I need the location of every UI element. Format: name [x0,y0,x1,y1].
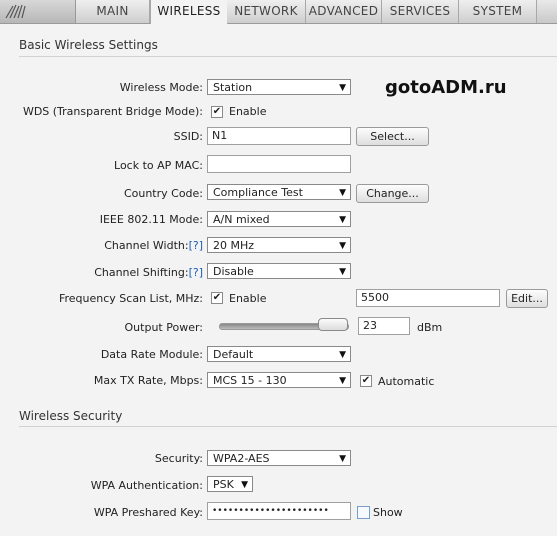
tab-services[interactable]: SERVICES [382,0,459,23]
wireless-mode-value: Station [213,81,253,94]
wds-checkbox[interactable]: ✔ [211,106,223,118]
max-tx-automatic-checkbox[interactable]: ✔ [360,375,372,387]
top-nav-bar: MAIN WIRELESS NETWORK ADVANCED SERVICES … [0,0,557,24]
channel-shifting-value: Disable [213,265,254,278]
ieee-mode-label: IEEE 802.11 Mode: [99,213,203,226]
lock-ap-mac-input[interactable] [207,155,351,173]
country-code-value: Compliance Test [213,186,303,199]
max-tx-select[interactable]: MCS 15 - 130 ▼ [207,372,351,388]
section-divider [19,426,557,427]
channel-shifting-select[interactable]: Disable ▼ [207,263,351,279]
max-tx-value: MCS 15 - 130 [213,374,287,387]
wds-enable-text: Enable [229,105,267,118]
dropdown-arrow-icon: ▼ [241,480,248,490]
freq-scan-input[interactable]: 5500 [356,289,500,307]
max-tx-automatic-text: Automatic [378,375,435,388]
wpa-key-label: WPA Preshared Key: [93,506,203,519]
wpa-auth-select[interactable]: PSK ▼ [207,476,253,492]
show-key-checkbox[interactable] [357,506,370,519]
dropdown-arrow-icon: ▼ [339,376,346,386]
ssid-input[interactable]: N1 [207,127,351,145]
section-divider [19,56,557,57]
tab-system[interactable]: SYSTEM [459,0,537,23]
ieee-mode-value: A/N mixed [213,213,270,226]
output-power-unit: dBm [417,321,443,334]
freq-scan-checkbox[interactable]: ✔ [211,292,223,304]
dropdown-arrow-icon: ▼ [339,267,346,277]
ubiquiti-logo-icon[interactable] [0,0,76,23]
wireless-mode-label: Wireless Mode: [119,81,203,94]
section-title-security: Wireless Security [19,409,123,423]
channel-width-label: Channel Width:[?] [3,239,203,252]
watermark-text: gotoADM.ru [385,77,507,98]
channel-width-text: Channel Width: [104,239,189,252]
country-change-button[interactable]: Change... [356,184,429,203]
dropdown-arrow-icon: ▼ [339,188,346,198]
show-key-text: Show [373,506,403,519]
security-label: Security: [154,452,203,465]
tab-wireless[interactable]: WIRELESS [150,0,228,24]
security-select[interactable]: WPA2-AES ▼ [207,450,351,466]
channel-width-help-link[interactable]: [?] [189,239,203,252]
ssid-label: SSID: [173,130,203,143]
ieee-mode-select[interactable]: A/N mixed ▼ [207,211,351,227]
country-code-select[interactable]: Compliance Test ▼ [207,184,351,200]
wpa-auth-label: WPA Authentication: [90,479,203,492]
tab-advanced[interactable]: ADVANCED [306,0,382,23]
data-rate-label: Data Rate Module: [100,348,203,361]
freq-scan-enable-text: Enable [229,292,267,305]
security-value: WPA2-AES [213,452,270,465]
channel-width-select[interactable]: 20 MHz ▼ [207,237,351,253]
data-rate-select[interactable]: Default ▼ [207,346,351,362]
wireless-mode-select[interactable]: Station ▼ [207,79,351,95]
output-power-label: Output Power: [124,321,203,334]
channel-width-value: 20 MHz [213,239,255,252]
dropdown-arrow-icon: ▼ [339,83,346,93]
channel-shifting-help-link[interactable]: [?] [189,266,203,279]
country-code-label: Country Code: [123,187,203,200]
freq-scan-edit-button[interactable]: Edit... [506,289,548,308]
channel-shifting-text: Channel Shifting: [94,266,189,279]
ssid-select-button[interactable]: Select... [356,127,429,146]
max-tx-label: Max TX Rate, Mbps: [93,374,203,387]
freq-scan-label: Frequency Scan List, MHz: [58,292,203,305]
output-power-input[interactable]: 23 [358,317,410,335]
wds-label: WDS (Transparent Bridge Mode): [22,105,203,118]
dropdown-arrow-icon: ▼ [339,454,346,464]
section-title-basic: Basic Wireless Settings [19,38,158,52]
channel-shifting-label: Channel Shifting:[?] [3,266,203,279]
wpa-key-input[interactable]: •••••••••••••••••••••• [207,502,351,520]
wpa-auth-value: PSK [213,478,234,491]
dropdown-arrow-icon: ▼ [339,241,346,251]
data-rate-value: Default [213,348,254,361]
dropdown-arrow-icon: ▼ [339,215,346,225]
output-power-slider-handle[interactable] [318,318,348,331]
tab-main[interactable]: MAIN [76,0,150,23]
tab-network[interactable]: NETWORK [227,0,306,23]
lock-ap-mac-label: Lock to AP MAC: [114,159,203,172]
dropdown-arrow-icon: ▼ [339,350,346,360]
